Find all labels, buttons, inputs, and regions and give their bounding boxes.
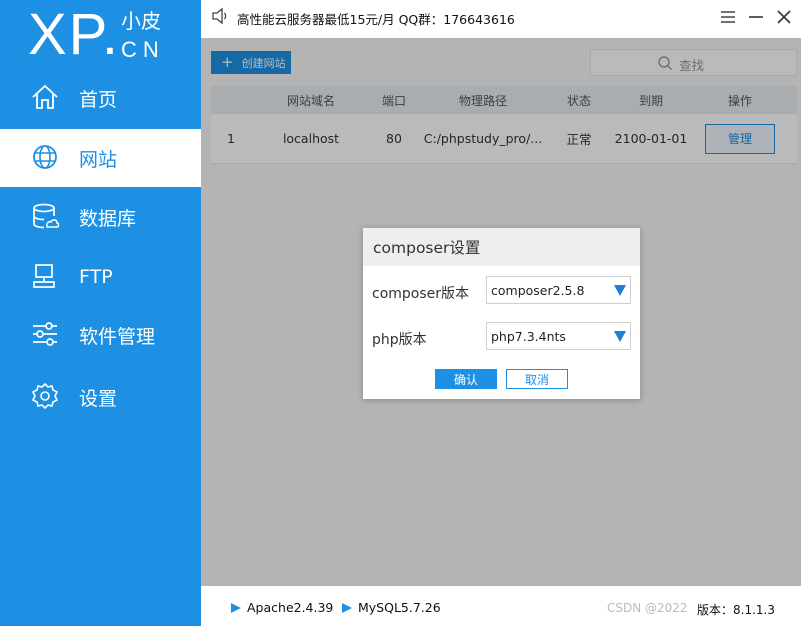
service-mysql[interactable]: MySQL5.7.26 [342,600,441,615]
play-icon [342,602,352,613]
logo-xp: XP. [28,2,121,67]
watermark: CSDN @2022 [607,601,688,615]
dialog-title: composer设置 [363,228,640,266]
logo-cn-bottom: CN [121,37,165,62]
notice-text: 高性能云服务器最低15元/月 QQ群：176643616 [237,12,515,27]
sliders-icon [33,322,57,346]
sidebar-item-label: 网站 [79,148,118,171]
globe-icon [33,145,57,169]
sidebar-item-label: FTP [79,266,113,288]
php-version-select[interactable]: php7.3.4nts [486,322,631,350]
sidebar-item-label: 设置 [79,387,118,410]
play-icon [231,602,241,613]
database-icon [33,203,60,229]
service-apache[interactable]: Apache2.4.39 [231,600,333,615]
minimize-icon[interactable] [747,8,765,26]
sidebar-item-database[interactable]: 数据库 [0,188,201,246]
sidebar-item-home[interactable]: 首页 [0,69,201,127]
service-apache-label: Apache2.4.39 [247,600,334,615]
composer-version-select[interactable]: composer2.5.8 [486,276,631,304]
close-icon[interactable] [775,8,793,26]
sidebar-item-label: 软件管理 [79,325,156,348]
sidebar: XP. 小皮 CN 首页 网站 数据库 FTP 软件管理 设置 [0,0,201,626]
sidebar-item-label: 首页 [79,88,118,111]
sidebar-item-software[interactable]: 软件管理 [0,306,201,364]
composer-version-value: composer2.5.8 [491,283,585,298]
home-icon [32,84,58,109]
php-version-value: php7.3.4nts [491,329,566,344]
service-mysql-label: MySQL5.7.26 [358,600,441,615]
speaker-icon [212,7,227,25]
dropdown-arrow-icon [614,285,626,296]
gear-icon [31,382,59,410]
status-bar: Apache2.4.39 MySQL5.7.26 CSDN @2022 版本：8… [201,586,801,626]
sidebar-item-label: 数据库 [79,207,137,230]
composer-version-label: composer版本 [372,286,470,302]
composer-settings-dialog: composer设置 composer版本 composer2.5.8 php版… [363,228,640,399]
top-bar: 高性能云服务器最低15元/月 QQ群：176643616 [201,0,801,38]
cancel-button[interactable]: 取消 [506,369,568,389]
sidebar-item-website[interactable]: 网站 [0,129,201,187]
sidebar-item-settings[interactable]: 设置 [0,368,201,426]
dropdown-arrow-icon [614,331,626,342]
ftp-icon [33,264,55,288]
menu-icon[interactable] [719,8,737,26]
sidebar-item-ftp[interactable]: FTP [0,248,201,306]
version-label: 版本：8.1.1.3 [697,603,775,617]
confirm-button[interactable]: 确认 [435,369,497,389]
logo-cn-top: 小皮 [121,9,161,33]
php-version-label: php版本 [372,332,427,348]
